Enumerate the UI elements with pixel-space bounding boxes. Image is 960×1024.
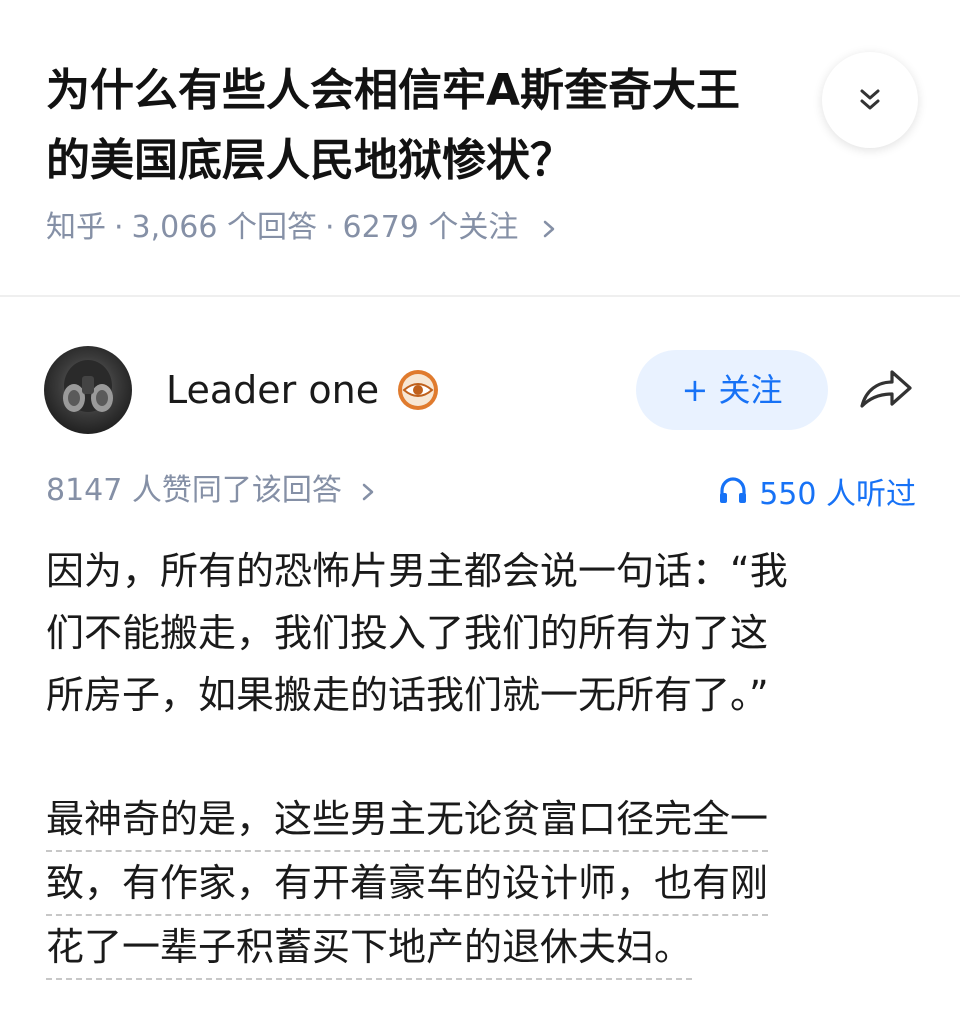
double-chevron-down-icon (860, 89, 880, 110)
avatar-image (63, 360, 113, 412)
meta-source: 知乎 (46, 210, 106, 245)
avatar[interactable] (44, 346, 132, 434)
question-meta[interactable]: 知乎 · 3,066 个回答 · 6279 个关注 (46, 200, 556, 256)
meta-answers-count: 3,066 个回答 (131, 210, 317, 245)
chevron-right-icon (543, 220, 555, 237)
answer-highlighted-line: 致，有作家，有开着豪车的设计师，也有刚 (46, 852, 769, 916)
question-title[interactable]: 为什么有些人会相信牢A斯奎奇大王 的美国底层人民地狱惨状？ (46, 56, 836, 196)
vote-count[interactable]: 8147 人赞同了该回答 (46, 466, 375, 516)
meta-separator: · (114, 210, 124, 245)
share-arrow-icon[interactable] (856, 362, 916, 418)
author-name[interactable]: Leader one (166, 366, 379, 414)
collapse-button[interactable] (822, 52, 918, 148)
answer-paragraph-2[interactable]: 最神奇的是，这些男主无论贫富口径完全一 致，有作家，有开着豪车的设计师，也有刚 … (46, 788, 916, 980)
section-divider (0, 295, 960, 297)
answer-paragraph-1: 因为，所有的恐怖片男主都会说一句话：“我 们不能搬走，我们投入了我们的所有为了这… (46, 540, 916, 726)
question-title-line-2: 的美国底层人民地狱惨状？ (46, 135, 574, 186)
question-header: 为什么有些人会相信牢A斯奎奇大王 的美国底层人民地狱惨状？ 知乎 · 3,066 个… (0, 0, 960, 296)
answer-line: 所房子，如果搬走的话我们就一无所有了。” (46, 673, 769, 717)
author-row: Leader one + 关注 (0, 340, 960, 440)
eye-badge-icon (398, 370, 438, 410)
listen-count-label: 550 人听过 (759, 477, 916, 512)
follow-button[interactable]: + 关注 (636, 350, 828, 430)
stats-row: 8147 人赞同了该回答 550 人听过 (0, 466, 960, 516)
answer-line: 们不能搬走，我们投入了我们的所有为了这 (46, 611, 769, 655)
headphone-icon (720, 477, 747, 503)
answer-body: 因为，所有的恐怖片男主都会说一句话：“我 们不能搬走，我们投入了我们的所有为了这… (46, 540, 916, 980)
answer-line: 因为，所有的恐怖片男主都会说一句话：“我 (46, 549, 788, 593)
answer-highlighted-line: 最神奇的是，这些男主无论贫富口径完全一 (46, 788, 769, 852)
chevron-right-icon (363, 483, 374, 500)
answer-highlighted-line: 花了一辈子积蓄买下地产的退休夫妇。 (46, 916, 693, 980)
listen-count[interactable]: 550 人听过 (717, 466, 916, 516)
meta-followers-count: 6279 个关注 (342, 210, 519, 245)
question-title-line-1: 为什么有些人会相信牢A斯奎奇大王 (46, 65, 741, 116)
meta-separator: · (324, 210, 335, 245)
vote-count-label: 8147 人赞同了该回答 (46, 473, 342, 508)
